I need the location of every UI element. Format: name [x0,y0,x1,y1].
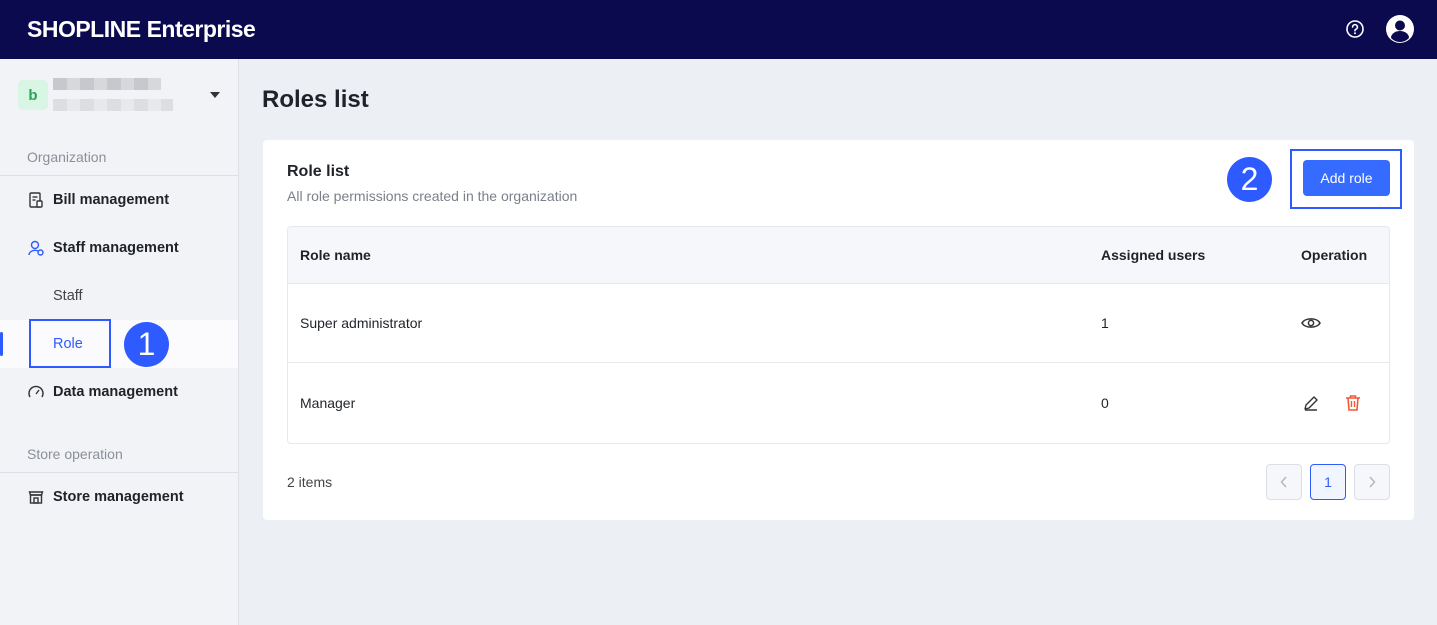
caret-down-icon[interactable] [210,92,220,98]
bill-icon [27,191,45,209]
logo-suffix: Enterprise [146,16,256,42]
table-row: Super administrator 1 [288,283,1389,363]
sidebar-item-label: Store management [53,489,184,505]
sidebar-item-data-management[interactable]: Data management [0,368,238,416]
step-badge-1: 1 [124,322,169,367]
sidebar-item-label: Staff management [53,240,179,256]
total-items-label: 2 items [287,474,333,490]
table-header: Role name Assigned users Operation [288,227,1389,284]
role-name-cell: Super administrator [300,314,423,331]
active-indicator [0,332,3,356]
sidebar-item-bill-management[interactable]: Bill management [0,176,238,224]
highlight-box-role [29,319,111,368]
sidebar-item-staff[interactable]: Staff [0,272,238,320]
org-id-redacted [53,99,173,111]
help-circle-icon[interactable] [1345,19,1365,44]
store-icon [27,488,45,506]
logo-brand: SHOPLINE [27,16,141,42]
column-header-assigned-users: Assigned users [1101,247,1206,263]
staff-icon [27,239,45,257]
top-bar: SHOPLINE Enterprise [0,0,1437,59]
table-row: Manager 0 [288,363,1389,443]
chevron-left-icon [1280,476,1287,488]
chevron-right-icon [1369,476,1376,488]
shopline-logo[interactable]: SHOPLINE Enterprise [27,16,256,43]
sidebar-item-label: Staff [53,288,83,304]
column-header-role-name: Role name [300,247,371,263]
sidebar-item-staff-management[interactable]: Staff management [0,224,238,272]
card-subtitle: All role permissions created in the orga… [287,188,578,204]
section-label-organization: Organization [27,149,107,165]
sidebar-item-label: Bill management [53,192,170,208]
page-button-current[interactable]: 1 [1310,464,1346,500]
sidebar-item-label: Data management [53,384,178,400]
column-header-operation: Operation [1301,247,1368,263]
roles-table: Role name Assigned users Operation Super… [287,226,1390,444]
highlight-box-add-role [1290,149,1402,209]
dashboard-gauge-icon [27,383,45,401]
page-title: Roles list [262,86,369,113]
org-name-redacted [53,78,161,90]
delete-trash-icon[interactable] [1344,394,1362,412]
assigned-users-cell: 0 [1101,395,1109,411]
edit-pencil-icon[interactable] [1302,394,1320,412]
org-avatar: b [18,80,48,110]
section-label-store-operation: Store operation [27,446,123,462]
sidebar-item-store-management[interactable]: Store management [0,473,238,521]
role-name-cell: Manager [300,395,356,411]
next-page-button[interactable] [1354,464,1390,500]
prev-page-button[interactable] [1266,464,1302,500]
card-title: Role list [287,163,350,180]
user-avatar-icon[interactable] [1385,14,1415,49]
step-badge-2: 2 [1227,157,1272,202]
assigned-users-cell: 1 [1101,314,1109,331]
organization-switcher[interactable]: b [18,78,223,114]
eye-icon[interactable] [1301,314,1321,332]
